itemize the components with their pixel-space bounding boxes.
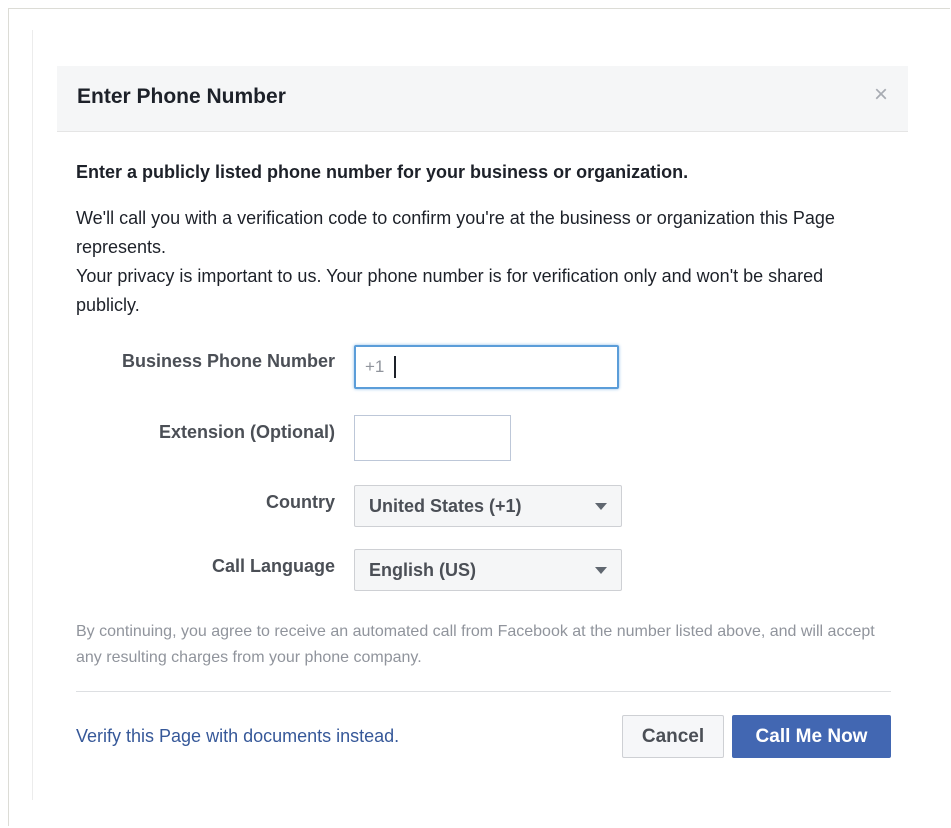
country-select[interactable]: United States (+1) bbox=[354, 485, 622, 527]
text-caret bbox=[394, 356, 397, 378]
phone-label: Business Phone Number bbox=[121, 351, 335, 371]
description-line-2: Your privacy is important to us. Your ph… bbox=[76, 266, 824, 315]
extension-input[interactable] bbox=[354, 415, 511, 461]
language-select[interactable]: English (US) bbox=[354, 549, 622, 591]
description-line-1: We'll call you with a verification code … bbox=[76, 208, 835, 257]
phone-dialog: Enter Phone Number × Enter a publicly li… bbox=[57, 66, 908, 786]
disclaimer-text: By continuing, you agree to receive an a… bbox=[76, 623, 875, 666]
dialog-lead: Enter a publicly listed phone number for… bbox=[76, 162, 689, 182]
extension-label: Extension (Optional) bbox=[158, 422, 335, 442]
dialog-header: Enter Phone Number × bbox=[57, 66, 908, 132]
phone-input[interactable]: +1 bbox=[354, 345, 619, 389]
close-icon[interactable]: × bbox=[870, 83, 892, 107]
country-value: United States (+1) bbox=[369, 495, 522, 516]
dialog-title: Enter Phone Number bbox=[77, 85, 286, 108]
footer-divider bbox=[76, 691, 891, 692]
verify-documents-link[interactable]: Verify this Page with documents instead. bbox=[76, 726, 399, 747]
phone-prefix: +1 bbox=[365, 357, 385, 376]
dialog-description: We'll call you with a verification code … bbox=[76, 204, 886, 320]
cancel-button[interactable]: Cancel bbox=[622, 715, 724, 758]
call-me-now-button[interactable]: Call Me Now bbox=[732, 715, 891, 758]
language-value: English (US) bbox=[369, 559, 476, 580]
language-label: Call Language bbox=[211, 556, 335, 576]
country-label: Country bbox=[266, 492, 335, 512]
chevron-down-icon bbox=[595, 503, 607, 510]
frame-rule bbox=[32, 30, 33, 800]
chevron-down-icon bbox=[595, 567, 607, 574]
